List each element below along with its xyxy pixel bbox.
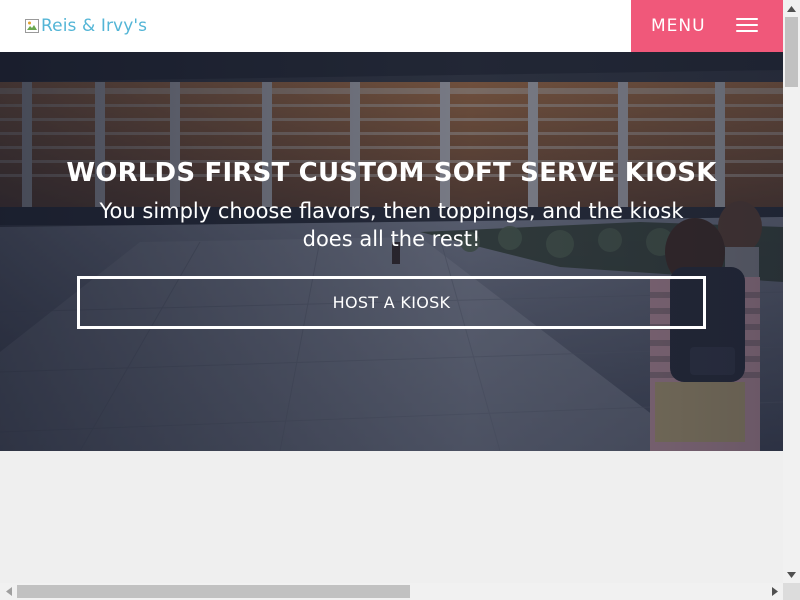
site-logo-link[interactable]: Reis & Irvy's	[24, 15, 147, 37]
host-a-kiosk-button[interactable]: HOST A KIOSK	[77, 276, 706, 329]
menu-label: MENU	[651, 16, 706, 36]
logo-alt-text: Reis & Irvy's	[41, 16, 148, 36]
menu-button[interactable]: MENU	[631, 0, 783, 52]
horizontal-scrollbar[interactable]	[0, 583, 783, 600]
scrollbar-corner	[783, 583, 800, 600]
hero-subtitle: You simply choose flavors, then toppings…	[99, 199, 684, 251]
chevron-down-icon[interactable]	[783, 566, 800, 583]
hamburger-icon	[736, 17, 758, 33]
chevron-right-icon[interactable]	[766, 583, 783, 600]
chevron-up-icon[interactable]	[783, 0, 800, 17]
hero-title: WORLDS FIRST CUSTOM SOFT SERVE KIOSK	[66, 158, 717, 188]
page-viewport: Reis & Irvy's MENU WORLDS FIRST CUSTOM S…	[0, 0, 783, 583]
site-header: Reis & Irvy's MENU	[0, 0, 783, 52]
vertical-scrollbar[interactable]	[783, 0, 800, 583]
chevron-left-icon[interactable]	[0, 583, 17, 600]
hero-banner: WORLDS FIRST CUSTOM SOFT SERVE KIOSK You…	[0, 52, 783, 451]
broken-image-icon	[24, 18, 40, 34]
vertical-scrollbar-thumb[interactable]	[785, 17, 798, 87]
horizontal-scrollbar-thumb[interactable]	[17, 585, 410, 598]
